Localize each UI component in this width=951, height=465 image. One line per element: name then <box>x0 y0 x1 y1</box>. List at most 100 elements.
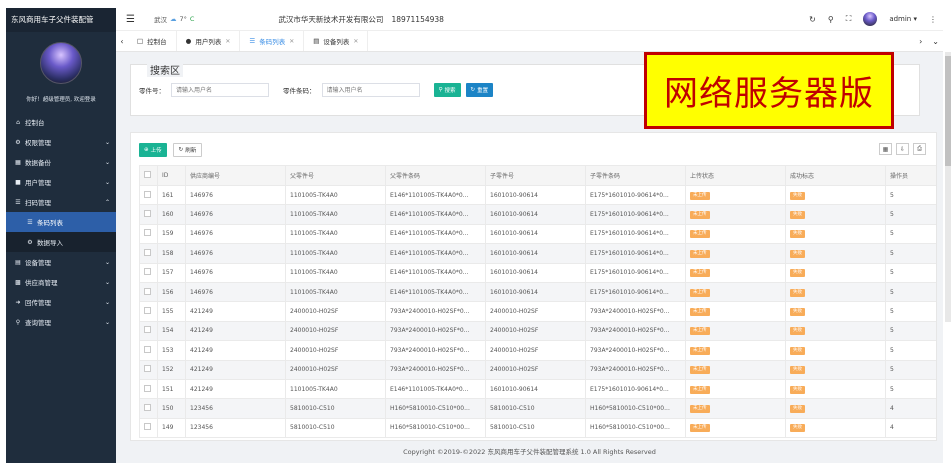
search-icon: ⚲ <box>15 318 21 326</box>
print-icon[interactable]: ⎙ <box>913 143 926 155</box>
page-scrollbar-thumb[interactable] <box>945 56 951 166</box>
table-cell: 421249 <box>185 340 286 361</box>
row-checkbox[interactable] <box>139 320 158 342</box>
table-cell: 1601010-90614 <box>485 378 586 400</box>
row-checkbox[interactable] <box>139 301 158 322</box>
table-cell: 149 <box>157 417 186 439</box>
table-row[interactable]: 161 146976 1101005-TK4A0 E146*1101005-TK4A0… <box>139 184 936 206</box>
table-row[interactable]: 157 146976 1101005-TK4A0 E146*1101005-TK4A0… <box>139 262 936 283</box>
table-cell: 1601010-90614 <box>485 184 586 206</box>
table-row[interactable]: 155 421249 2400010-H02SF 793A*2400010-H02SF… <box>139 301 936 322</box>
table-row[interactable]: 152 421249 2400010-H02SF 793A*2400010-H02SF… <box>139 359 936 380</box>
menu-toggle-icon[interactable]: ☰ <box>126 14 142 25</box>
upload-status-cell: 未上传 <box>685 281 786 303</box>
row-checkbox[interactable] <box>139 398 158 419</box>
sidebar-item-devices[interactable]: ▤ 设备管理 ⌄ <box>6 252 116 272</box>
columns-icon[interactable]: ▦ <box>879 143 892 155</box>
sidebar-item-return[interactable]: ➜ 回传管理 ⌄ <box>6 292 116 312</box>
tab-scroll-right-icon[interactable]: › <box>919 37 922 46</box>
row-checkbox[interactable] <box>139 243 158 264</box>
sidebar-item-label: 数据备份 <box>25 159 51 167</box>
table-row[interactable]: 150 123456 5810010-C510 H160*5810010-C510*0… <box>139 398 936 419</box>
upload-status-badge: 未上传 <box>690 249 710 258</box>
table-cell: 146976 <box>185 281 286 303</box>
export-icon[interactable]: ⇩ <box>896 143 909 155</box>
table-cell: 123456 <box>185 417 286 439</box>
success-flag-cell: 失败 <box>785 340 886 361</box>
table-cell: 1601010-90614 <box>485 223 586 245</box>
row-checkbox[interactable] <box>139 359 158 380</box>
sidebar-item-query[interactable]: ⚲ 查询管理 ⌄ <box>6 312 116 332</box>
row-checkbox[interactable] <box>139 184 158 206</box>
search-icon: ⚲ <box>438 87 443 93</box>
column-header[interactable]: 供应商编号 <box>185 165 286 186</box>
table-row[interactable]: 159 146976 1101005-TK4A0 E146*1101005-TK4A0… <box>139 223 936 245</box>
tab-dashboard[interactable]: □ 控制台 <box>128 31 177 51</box>
search-button[interactable]: ⚲ 搜索 <box>433 83 461 97</box>
table-cell: 1101005-TK4A0 <box>285 378 386 400</box>
more-icon[interactable]: ⋮ <box>929 15 937 24</box>
refresh-icon[interactable]: ↻ <box>809 15 816 24</box>
list-icon: ☰ <box>15 198 21 206</box>
chevron-down-icon[interactable]: ⌄ <box>932 37 939 46</box>
close-icon[interactable]: ✕ <box>289 38 294 45</box>
sidebar-item-data-import[interactable]: ⚙ 数据导入 <box>6 232 116 252</box>
row-checkbox[interactable] <box>139 223 158 245</box>
tab-device-list[interactable]: ▤ 设备列表 ✕ <box>304 31 369 51</box>
user-menu[interactable]: admin ▾ <box>889 15 917 23</box>
column-header[interactable]: 父零件号 <box>285 165 386 186</box>
table-cell: E146*1101005-TK4A0*0... <box>385 204 486 225</box>
refresh-button[interactable]: ↻ 刷新 <box>172 143 203 157</box>
avatar[interactable] <box>40 42 82 84</box>
tab-scroll-left-icon[interactable]: ‹ <box>116 37 128 46</box>
gear-icon: ⚙ <box>15 138 21 146</box>
column-header[interactable]: 父零件条码 <box>385 165 486 186</box>
close-icon[interactable]: ✕ <box>353 38 358 45</box>
column-header[interactable]: 操作员 <box>885 165 936 186</box>
column-header[interactable]: 子零件号 <box>485 165 586 186</box>
select-all-checkbox[interactable] <box>139 165 158 186</box>
sidebar-item-backup[interactable]: ▦ 数据备份 ⌄ <box>6 152 116 172</box>
reset-button[interactable]: ↻ 重置 <box>465 83 494 97</box>
column-header[interactable]: ID <box>157 165 186 186</box>
upload-status-badge: 未上传 <box>690 366 710 375</box>
upload-button[interactable]: ⊕ 上传 <box>139 143 167 157</box>
sidebar-item-scan[interactable]: ☰ 扫码管理 ⌃ <box>6 192 116 212</box>
column-header[interactable]: 成功标志 <box>785 165 886 186</box>
row-checkbox[interactable] <box>139 281 158 303</box>
scan-submenu: ☰ 条码列表 ⚙ 数据导入 <box>6 212 116 252</box>
tab-user-list[interactable]: ● 用户列表 ✕ <box>177 31 241 51</box>
table-row[interactable]: 160 146976 1101005-TK4A0 E146*1101005-TK4A0… <box>139 204 936 225</box>
row-checkbox[interactable] <box>139 204 158 225</box>
upload-icon: ⊕ <box>144 147 149 153</box>
upload-button-label: 上传 <box>150 148 162 154</box>
fullscreen-icon[interactable]: ⛶ <box>846 14 852 24</box>
barcode-input[interactable] <box>321 83 420 97</box>
close-icon[interactable]: ✕ <box>225 38 230 45</box>
row-checkbox[interactable] <box>139 417 158 439</box>
table-row[interactable]: 151 421249 1101005-TK4A0 E146*1101005-TK4A0… <box>139 378 936 400</box>
table-row[interactable]: 149 123456 5810010-C510 H160*5810010-C510*0… <box>139 417 936 439</box>
gear-icon: ⚙ <box>27 238 33 246</box>
column-header[interactable]: 上传状态 <box>685 165 786 186</box>
part-no-input[interactable] <box>171 83 269 97</box>
user-avatar[interactable] <box>863 12 878 26</box>
table-row[interactable]: 153 421249 2400010-H02SF 793A*2400010-H02SF… <box>139 340 936 361</box>
sidebar-item-dashboard[interactable]: ⌂ 控制台 <box>6 112 116 132</box>
table-row[interactable]: 158 146976 1101005-TK4A0 E146*1101005-TK4A0… <box>139 243 936 264</box>
sidebar-item-users[interactable]: ■ 用户管理 ⌄ <box>6 172 116 192</box>
row-checkbox[interactable] <box>139 262 158 283</box>
upload-status-cell: 未上传 <box>685 320 786 342</box>
tab-barcode-list[interactable]: ☰ 条码列表 ✕ <box>240 31 305 51</box>
lock-icon[interactable]: ⚲ <box>828 15 834 24</box>
row-checkbox[interactable] <box>139 378 158 400</box>
sidebar-item-suppliers[interactable]: ▩ 供应商管理 ⌄ <box>6 272 116 292</box>
success-flag-badge: 失败 <box>790 327 805 336</box>
table-row[interactable]: 156 146976 1101005-TK4A0 E146*1101005-TK4A0… <box>139 281 936 303</box>
table-cell: E175*1601010-90614*0... <box>585 378 686 400</box>
table-row[interactable]: 154 421249 2400010-H02SF 793A*2400010-H02SF… <box>139 320 936 342</box>
column-header[interactable]: 子零件条码 <box>585 165 686 186</box>
sidebar-item-barcode-list[interactable]: ☰ 条码列表 <box>6 212 116 232</box>
sidebar-item-permissions[interactable]: ⚙ 权限管理 ⌄ <box>6 132 116 152</box>
row-checkbox[interactable] <box>139 340 158 361</box>
